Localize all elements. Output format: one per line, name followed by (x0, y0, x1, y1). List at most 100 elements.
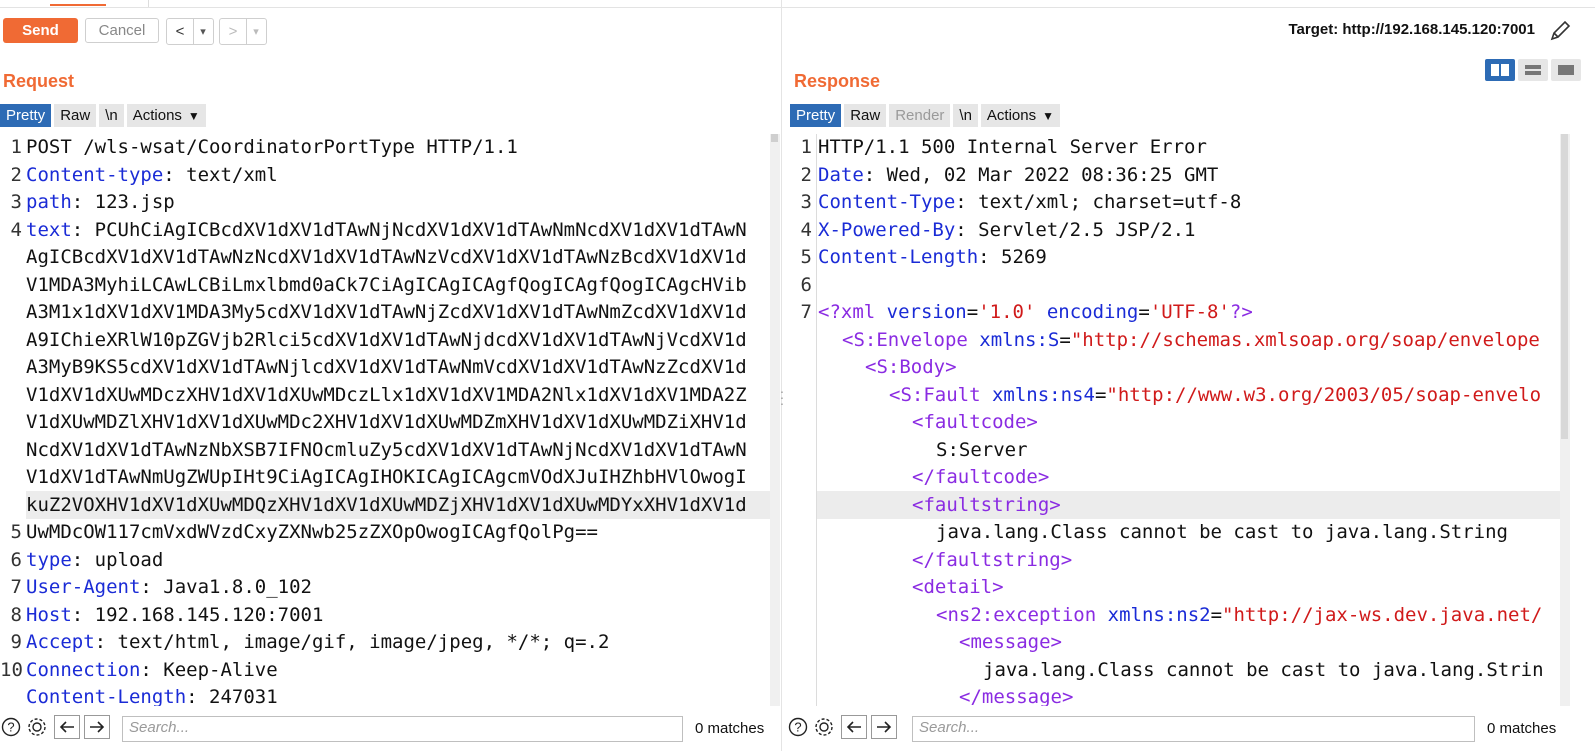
header-value: POST /wls-wsat/CoordinatorPortType HTTP/… (26, 136, 518, 158)
line-number: 7 (800, 301, 812, 323)
scrollbar-thumb[interactable] (771, 134, 778, 142)
match-count: 0 matches (695, 720, 765, 737)
line-number: 5 (10, 521, 22, 543)
header-value: : text/xml; charset=utf-8 (955, 191, 1242, 213)
svg-text:?: ? (7, 720, 14, 735)
pane-splitter[interactable] (781, 0, 782, 751)
forward-button[interactable]: > (220, 19, 247, 44)
pencil-icon[interactable] (1547, 18, 1573, 44)
request-line: POST /wls-wsat/CoordinatorPortType HTTP/… (26, 134, 518, 162)
header-value: : text/html, image/gif, image/jpeg, */*;… (94, 631, 610, 653)
single-pane-icon[interactable] (1551, 59, 1581, 81)
header-value: : Servlet/2.5 JSP/2.1 (955, 218, 1196, 241)
actions-menu-button[interactable]: Actions ▼ (126, 104, 206, 127)
request-line: V1dXV1dTAwNmUgZWUpIHt9CiAgICAgIHOKICAgIC… (26, 464, 747, 492)
arrow-right-icon[interactable] (84, 715, 110, 739)
response-editor[interactable]: 1 2 3 4 5 6 7 <?xml version='1.0' encoding='UT… (790, 134, 1560, 706)
request-line: A3M1x1dXV1dXV1MDA3My5cdXV1dXV1dTAwNjZcdX… (26, 299, 747, 327)
line-number: 3 (800, 191, 812, 213)
request-line: kuZ2VOXHV1dXV1dXUwMDQzXHV1dXV1dXUwMDZjXH… (26, 492, 747, 520)
gear-icon[interactable] (813, 716, 835, 738)
splitter-grip[interactable]: · · · (779, 384, 785, 410)
request-view-tabs: Pretty Raw \n Actions ▼ (0, 104, 206, 127)
header-value: kuZ2VOXHV1dXV1dXUwMDQzXHV1dXV1dXUwMDZjXH… (26, 493, 747, 516)
tab-render[interactable]: Render (889, 104, 951, 127)
tab-newline[interactable]: \n (953, 104, 978, 127)
actions-label: Actions (132, 107, 182, 124)
tab-raw[interactable]: Raw (844, 104, 887, 127)
response-line: HTTP/1.1 500 Internal Server Error (818, 134, 1207, 162)
arrow-left-icon[interactable] (841, 715, 867, 739)
request-line: Accept: text/html, image/gif, image/jpeg… (26, 629, 609, 657)
chevron-down-icon: ▼ (187, 108, 200, 123)
line-number: 8 (10, 603, 22, 626)
header-key: Content-type (26, 163, 164, 186)
header-key: text (26, 218, 72, 241)
tab-pretty[interactable]: Pretty (790, 104, 842, 127)
gutter-divider (816, 134, 817, 706)
header-key: Connection (26, 658, 141, 681)
search-input[interactable]: Search... (912, 716, 1475, 742)
header-value: AgICBcdXV1dXV1dTAwNzNcdXV1dXV1dTAwNzVcdX… (26, 246, 747, 268)
line-number: 9 (10, 631, 22, 653)
header-value: V1MDA3MyhiLCAwLCBiLmxlbmd0aCk7CiAgICAgIC… (26, 273, 747, 296)
request-line: Connection: Keep-Alive (26, 657, 278, 685)
line-number: 5 (800, 246, 812, 268)
tab-pretty[interactable]: Pretty (0, 104, 52, 127)
request-line: path: 123.jsp (26, 189, 175, 217)
tab-raw[interactable]: Raw (54, 104, 97, 127)
header-value: V1dXV1dTAwNmUgZWUpIHt9CiAgICAgIHOKICAgIC… (26, 466, 747, 488)
response-search-bar: ? Search... 0 matches (787, 712, 1595, 742)
request-line: type: upload (26, 547, 163, 575)
help-icon[interactable]: ? (787, 716, 809, 738)
line-number: 10 (0, 658, 23, 681)
rows-icon[interactable] (1518, 59, 1548, 81)
request-line: NcdXV1dXV1dTAwNzNbXSB7IFNOcmluZy5cdXV1dX… (26, 437, 747, 465)
actions-menu-button[interactable]: Actions ▼ (980, 104, 1061, 127)
active-tab-indicator[interactable] (50, 0, 106, 6)
header-value: : Keep-Alive (140, 658, 278, 681)
arrow-left-icon[interactable] (54, 715, 80, 739)
xml-message-open: <message> (959, 631, 1062, 653)
arrow-right-icon[interactable] (871, 715, 897, 739)
header-value: : Wed, 02 Mar 2022 08:36:25 GMT (863, 163, 1219, 186)
xml-exception-open: <ns2:exception xmlns:ns2="http://jax-ws.… (936, 603, 1543, 626)
back-history-dropdown[interactable]: ▾ (194, 19, 212, 44)
header-value: : 5269 (978, 246, 1047, 268)
xml-declaration: <?xml version='1.0' encoding='UTF-8'?> (818, 301, 1253, 323)
columns-icon[interactable] (1485, 59, 1515, 81)
xml-fault-open: <S:Fault xmlns:ns4="http://www.w3.org/20… (889, 383, 1542, 406)
header-value: : upload (71, 548, 164, 571)
response-line: Date: Wed, 02 Mar 2022 08:36:25 GMT (818, 162, 1218, 190)
xml-detail-open: <detail> (912, 576, 1004, 598)
xml-faultcode-close: </faultcode> (912, 466, 1050, 488)
header-value: NcdXV1dXV1dTAwNzNbXSB7IFNOcmluZy5cdXV1dX… (26, 438, 747, 461)
header-value: HTTP/1.1 500 Internal Server Error (818, 136, 1207, 158)
request-line: text: PCUhCiAgICBcdXV1dXV1dTAwNjNcdXV1dX… (26, 217, 747, 245)
chevron-down-icon: ▼ (1042, 108, 1055, 123)
request-line: Host: 192.168.145.120:7001 (26, 602, 323, 630)
header-key: Content-Type (818, 191, 956, 213)
send-button[interactable]: Send (3, 18, 78, 43)
line-number: 6 (800, 273, 812, 296)
header-value: V1dXV1dXUwMDczXHV1dXV1dXUwMDczLlx1dXV1dX… (26, 383, 747, 406)
line-number: 1 (800, 136, 812, 158)
back-button[interactable]: < (167, 19, 194, 44)
forward-history-dropdown[interactable]: ▾ (247, 19, 265, 44)
request-editor[interactable]: 1 2 3 4 5 6 7 8 9 10 POST /wls-wsat/CoordinatorPo… (0, 134, 770, 706)
scrollbar-thumb[interactable] (1561, 134, 1568, 439)
xml-faultstring-open: <faultstring> (912, 493, 1061, 516)
header-key: User-Agent (26, 576, 141, 598)
request-scrollbar[interactable] (770, 134, 780, 706)
gear-icon[interactable] (26, 716, 48, 738)
header-key: Host (26, 603, 72, 626)
xml-message-close: </message> (959, 686, 1074, 706)
help-icon[interactable]: ? (0, 716, 22, 738)
search-input[interactable]: Search... (122, 716, 683, 742)
cancel-button[interactable]: Cancel (85, 18, 159, 43)
header-value: : text/xml (163, 163, 278, 186)
response-view-tabs: Pretty Raw Render \n Actions ▼ (790, 104, 1061, 127)
response-scrollbar[interactable] (1560, 134, 1570, 706)
tab-divider (148, 0, 149, 7)
tab-newline[interactable]: \n (99, 104, 124, 127)
